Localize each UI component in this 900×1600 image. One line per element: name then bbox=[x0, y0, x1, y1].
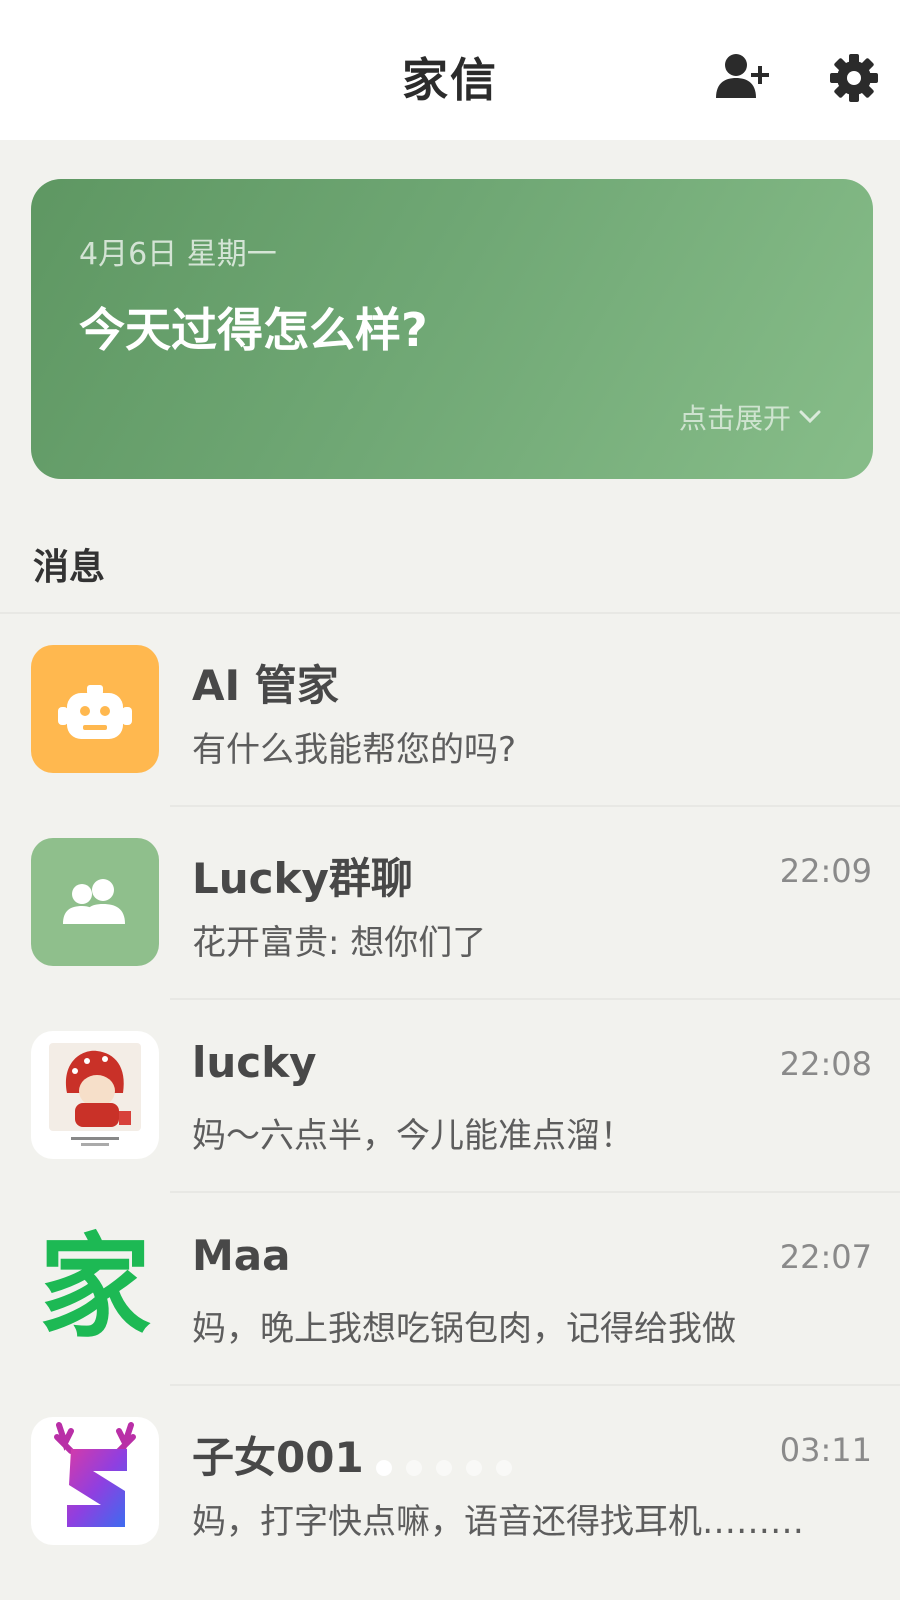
group-icon bbox=[31, 838, 159, 966]
page-dot[interactable] bbox=[376, 1460, 392, 1476]
conversation-item-lucky-group[interactable]: Lucky群聊 22:09 花开富贵: 想你们了 bbox=[0, 807, 900, 1000]
conversation-item-maa[interactable]: 家 Maa 22:07 妈，晚上我想吃锅包肉，记得给我做 bbox=[0, 1193, 900, 1386]
banner-date: 4月6日 星期一 bbox=[79, 237, 277, 272]
conversation-time: 22:08 bbox=[779, 1045, 872, 1083]
jia-logo: 家 bbox=[31, 1224, 159, 1352]
conversation-time: 22:09 bbox=[779, 852, 872, 890]
person-add-icon bbox=[716, 54, 769, 98]
conversation-preview: 妈～六点半，今儿能准点溜！ bbox=[192, 1116, 634, 1156]
photo-avatar bbox=[31, 1031, 159, 1159]
page-dot[interactable] bbox=[436, 1460, 452, 1476]
conversation-preview: 妈，晚上我想吃锅包肉，记得给我做 bbox=[192, 1309, 736, 1349]
banner-question: 今天过得怎么样? bbox=[79, 303, 428, 357]
conversation-name: Maa bbox=[192, 1231, 291, 1280]
settings-button[interactable] bbox=[828, 52, 880, 104]
page-dot[interactable] bbox=[496, 1460, 512, 1476]
messages-section-title: 消息 bbox=[33, 547, 106, 588]
robot-icon bbox=[31, 645, 159, 773]
conversation-time: 03:11 bbox=[779, 1431, 872, 1469]
antler-s-logo bbox=[31, 1417, 159, 1545]
conversation-time: 22:07 bbox=[779, 1238, 872, 1276]
expand-label: 点击展开 bbox=[678, 402, 791, 435]
daily-mood-card[interactable]: 4月6日 星期一 今天过得怎么样? 点击展开 bbox=[31, 179, 873, 479]
app-header: 家信 bbox=[0, 0, 900, 140]
conversation-item-lucky[interactable]: lucky 22:08 妈～六点半，今儿能准点溜！ bbox=[0, 1000, 900, 1193]
page-dot[interactable] bbox=[466, 1460, 482, 1476]
gear-icon bbox=[830, 54, 878, 102]
chevron-down-icon bbox=[799, 410, 821, 424]
conversation-preview: 花开富贵: 想你们了 bbox=[192, 923, 487, 963]
page-indicator bbox=[376, 1460, 512, 1476]
conversation-item-child-001[interactable]: 子女001 03:11 妈，打字快点嘛，语音还得找耳机……… bbox=[0, 1386, 900, 1579]
page-dot[interactable] bbox=[406, 1460, 422, 1476]
conversation-name: 子女001 bbox=[192, 1433, 364, 1482]
conversation-preview: 妈，打字快点嘛，语音还得找耳机……… bbox=[192, 1502, 804, 1542]
conversation-item-ai-butler[interactable]: AI 管家 有什么我能帮您的吗? bbox=[0, 614, 900, 807]
conversation-name: AI 管家 bbox=[192, 661, 339, 710]
conversation-name: Lucky群聊 bbox=[192, 854, 413, 903]
expand-button[interactable]: 点击展开 bbox=[679, 397, 821, 437]
add-friend-button[interactable] bbox=[714, 52, 776, 102]
jia-logo-text: 家 bbox=[39, 1224, 151, 1352]
conversation-preview: 有什么我能帮您的吗? bbox=[192, 730, 517, 770]
conversation-name: lucky bbox=[192, 1038, 317, 1087]
